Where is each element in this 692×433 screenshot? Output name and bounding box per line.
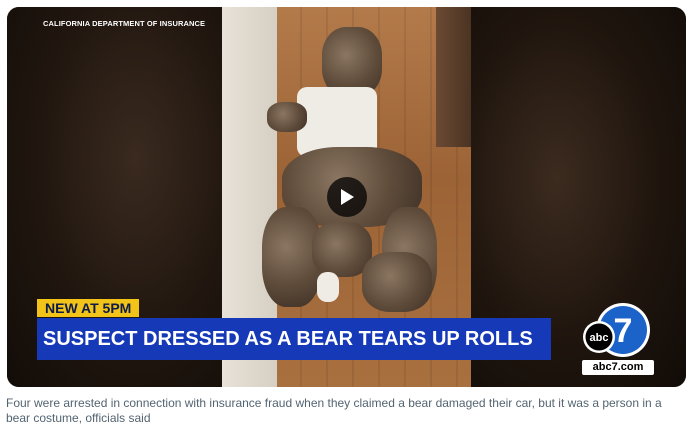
play-icon: [341, 189, 354, 205]
video-caption: Four were arrested in connection with in…: [6, 396, 662, 425]
play-button[interactable]: [327, 177, 367, 217]
new-at-5pm-tag: NEW AT 5PM: [37, 299, 140, 317]
logo-abc: abc: [590, 332, 609, 344]
abc7-logo: 7 abc: [583, 303, 650, 357]
logo-site: abc7.com: [582, 360, 654, 375]
logo-number: 7: [614, 312, 633, 350]
photo-credit: CALIFORNIA DEPARTMENT OF INSURANCE: [43, 19, 206, 28]
news-headline: SUSPECT DRESSED AS A BEAR TEARS UP ROLLS: [37, 318, 551, 360]
